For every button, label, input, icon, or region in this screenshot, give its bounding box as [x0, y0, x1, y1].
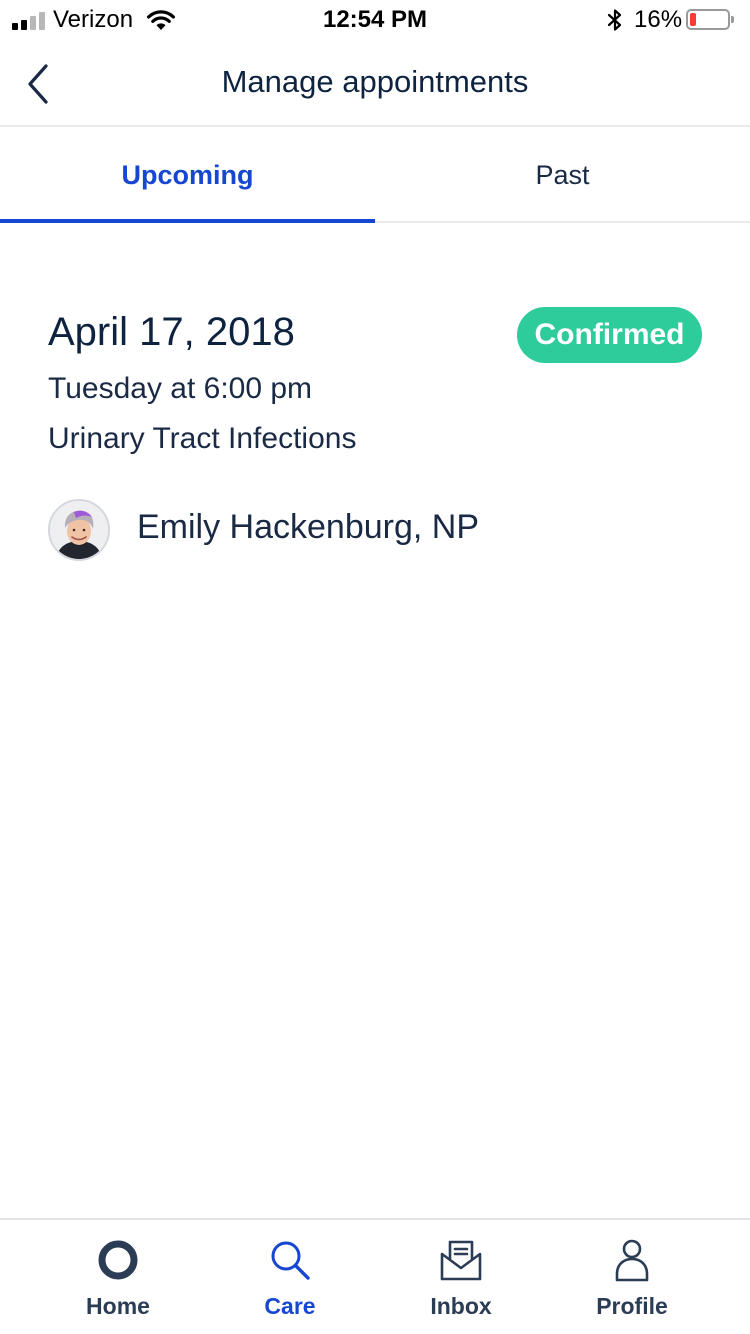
- nav-inbox[interactable]: Inbox: [375, 1220, 547, 1334]
- appointment-reason: Urinary Tract Infections: [48, 422, 357, 455]
- bluetooth-icon: [607, 9, 622, 31]
- tab-past-label: Past: [535, 159, 590, 190]
- nav-inbox-label: Inbox: [430, 1293, 492, 1319]
- avatar: [48, 499, 110, 561]
- nav-profile-label: Profile: [596, 1293, 668, 1319]
- appointment-card[interactable]: April 17, 2018 Confirmed Tuesday at 6:00…: [0, 290, 750, 580]
- page-title: Manage appointments: [221, 64, 529, 99]
- inbox-icon: [440, 1240, 482, 1281]
- appointment-day-time: Tuesday at 6:00 pm: [48, 372, 313, 405]
- active-tab-indicator: [0, 219, 375, 223]
- home-ring-icon: [98, 1240, 138, 1280]
- appointment-date: April 17, 2018: [48, 310, 295, 354]
- navigation-header: Manage appointments: [0, 40, 750, 127]
- nav-home[interactable]: Home: [32, 1220, 204, 1334]
- app-screen: Verizon 12:54 PM 16% Manage appointments…: [0, 0, 750, 1334]
- bottom-tab-bar: Home Care Inbox Profile: [0, 1218, 750, 1334]
- tab-past[interactable]: Past: [375, 127, 750, 223]
- battery-fill: [690, 13, 696, 26]
- nav-care-label: Care: [264, 1293, 316, 1319]
- search-icon: [271, 1241, 310, 1280]
- battery-percent: 16%: [634, 6, 683, 33]
- nav-care[interactable]: Care: [204, 1220, 376, 1334]
- nav-profile[interactable]: Profile: [546, 1220, 718, 1334]
- tab-upcoming-label: Upcoming: [121, 159, 254, 190]
- status-bar: Verizon 12:54 PM 16%: [0, 0, 750, 40]
- appointment-tabs: Upcoming Past: [0, 127, 750, 223]
- person-icon: [615, 1239, 649, 1282]
- status-badge: Confirmed: [517, 307, 702, 363]
- nav-home-label: Home: [86, 1293, 150, 1319]
- provider-name: Emily Hackenburg, NP: [137, 508, 480, 546]
- tab-upcoming[interactable]: Upcoming: [0, 127, 375, 223]
- provider-photo: [50, 501, 108, 559]
- battery-icon: [686, 9, 734, 30]
